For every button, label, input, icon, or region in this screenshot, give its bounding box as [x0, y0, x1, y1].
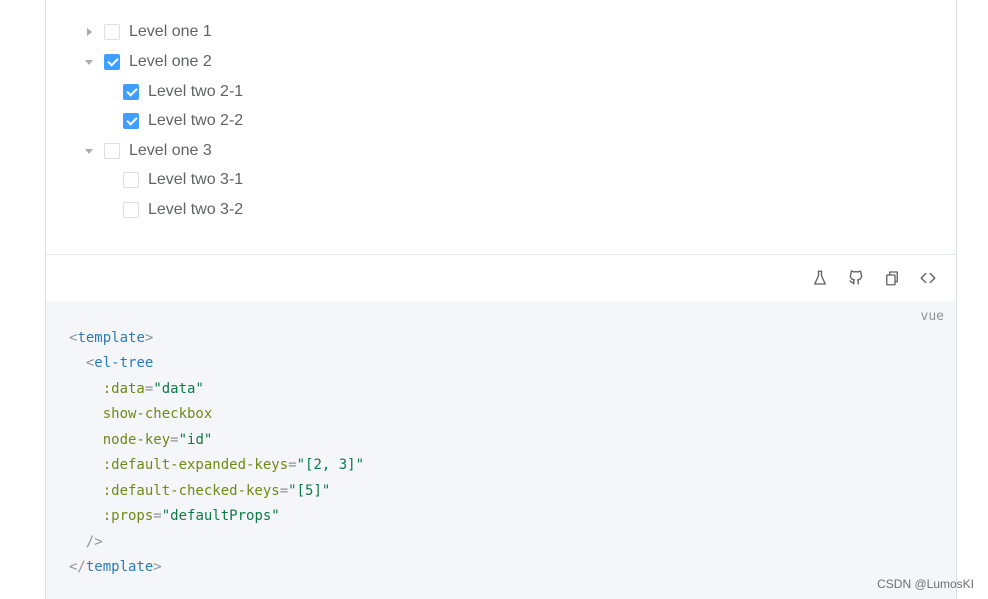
tree-node-label: Level two 2-2	[148, 112, 244, 129]
code-toolbar	[46, 255, 956, 301]
watermark: CSDN @LumosKI	[877, 577, 974, 591]
tree-checkbox[interactable]	[104, 24, 120, 40]
tree-node-level-two-3-2[interactable]: Level two 3-2	[123, 195, 243, 225]
code-line: show-checkbox	[102, 406, 213, 422]
tree-checkbox[interactable]	[123, 172, 139, 188]
tree-node-label: Level two 2-1	[148, 83, 244, 100]
tree-node-level-two-2-2[interactable]: Level two 2-2	[123, 106, 243, 136]
tree-checkbox[interactable]	[123, 113, 139, 129]
tree-node-label: Level two 3-2	[148, 201, 244, 218]
tree-checkbox[interactable]	[123, 84, 139, 100]
caret-down-icon[interactable]	[84, 146, 94, 156]
playground-icon[interactable]	[810, 268, 830, 288]
tree-node-label: Level two 3-1	[148, 171, 244, 188]
tree-demo: Level one 1 Level one 2 Level two 2-1 Le…	[46, 0, 956, 254]
caret-down-icon[interactable]	[84, 57, 94, 67]
tree-node-level-one-1[interactable]: Level one 1	[84, 17, 212, 47]
language-label: vue	[920, 309, 944, 324]
code-line: :default-expanded-keys="[2, 3]"	[102, 457, 365, 473]
code-line: <template>	[69, 330, 154, 346]
copy-icon[interactable]	[882, 268, 902, 288]
code-line: />	[85, 534, 103, 550]
tree-checkbox[interactable]	[123, 202, 139, 218]
tree-node-label: Level one 3	[129, 142, 212, 159]
tree-checkbox[interactable]	[104, 143, 120, 159]
tree-node-level-two-3-1[interactable]: Level two 3-1	[123, 165, 243, 195]
code-line: node-key="id"	[102, 432, 213, 448]
tree-checkbox[interactable]	[104, 54, 120, 70]
tree-node-level-two-2-1[interactable]: Level two 2-1	[123, 77, 243, 107]
code-line: :data="data"	[102, 381, 204, 397]
tree-node-label: Level one 2	[129, 53, 212, 70]
tree-node-level-one-3[interactable]: Level one 3	[84, 136, 212, 166]
tree-node-level-one-2[interactable]: Level one 2	[84, 47, 212, 77]
caret-right-icon[interactable]	[84, 27, 94, 37]
demo-card: Level one 1 Level one 2 Level two 2-1 Le…	[45, 0, 957, 599]
code-line: <el-tree	[85, 355, 154, 371]
code-line: :default-checked-keys="[5]"	[102, 483, 331, 499]
github-icon[interactable]	[846, 268, 866, 288]
code-toggle-icon[interactable]	[918, 268, 938, 288]
code-block[interactable]: vue <template> <el-tree :data="data" sho…	[46, 301, 956, 599]
code-line: </template>	[69, 559, 162, 575]
tree-node-label: Level one 1	[129, 23, 212, 40]
code-line: :props="defaultProps"	[102, 508, 280, 524]
